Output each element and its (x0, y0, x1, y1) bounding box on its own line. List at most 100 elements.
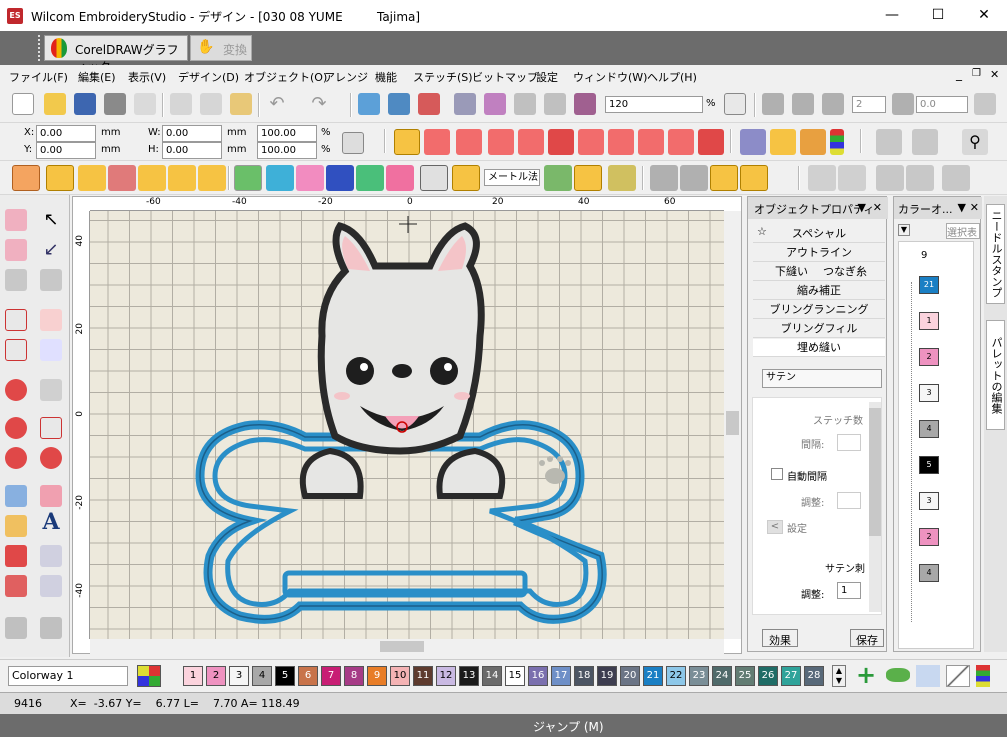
group-icon[interactable] (808, 165, 836, 191)
stitch-edit-icon[interactable] (876, 129, 902, 155)
colorway-palette-icon[interactable] (137, 665, 161, 687)
reshape-arrow-icon[interactable]: ↙ (40, 239, 62, 261)
leaf-tool-icon[interactable] (12, 165, 40, 191)
thread-swatch-10[interactable]: 10 (390, 666, 410, 686)
stitch-type-8-icon[interactable] (608, 129, 634, 155)
select-button[interactable]: 選択表 (946, 223, 980, 239)
toolbox-22-icon[interactable] (40, 575, 62, 597)
palette-edit-tab[interactable]: パレットの編集 (986, 320, 1005, 430)
redo-icon[interactable]: ↷ (308, 93, 330, 115)
menu-file[interactable]: ファイル(F) (9, 69, 68, 85)
settings-scrollbar[interactable] (869, 402, 881, 612)
thread-swatch-24[interactable]: 24 (712, 666, 732, 686)
thread-swatch-19[interactable]: 19 (597, 666, 617, 686)
color-icon[interactable] (418, 93, 440, 115)
remove-color-icon[interactable] (886, 668, 910, 682)
connect-label[interactable]: つなぎ糸 (823, 263, 867, 279)
shape-tool-icon[interactable] (78, 165, 106, 191)
thread-swatch-16[interactable]: 16 (528, 666, 548, 686)
thread-swatch-4[interactable]: 4 (252, 666, 272, 686)
thread-swatch-15[interactable]: 15 (505, 666, 525, 686)
toolbox-16-icon[interactable] (40, 485, 62, 507)
coreldraw-button[interactable]: CorelDRAWグラフィック (44, 35, 188, 74)
panel-close-button[interactable]: ✕ (970, 201, 979, 214)
settings-expand-button[interactable]: < (767, 520, 783, 534)
toolbox-15-icon[interactable] (5, 485, 27, 507)
thread-swatch-27[interactable]: 27 (781, 666, 801, 686)
thread-swatch-1[interactable]: 1 (183, 666, 203, 686)
menu-window[interactable]: ウィンドウ(W) (573, 69, 647, 85)
select-arrow-icon[interactable]: ↖ (40, 209, 62, 231)
shapes-icon[interactable] (266, 165, 294, 191)
color-bar-icon[interactable] (976, 665, 990, 687)
color-object-icon[interactable] (770, 129, 796, 155)
copy-icon[interactable] (200, 93, 222, 115)
close-button[interactable]: ✕ (961, 0, 1007, 31)
color-block-1[interactable]: 1 (919, 312, 939, 330)
shirt-icon[interactable] (326, 165, 354, 191)
measure-select[interactable]: メートル法 (484, 169, 540, 186)
pin-icon[interactable]: ▼ (858, 201, 866, 214)
grid-color-icon[interactable] (452, 165, 480, 191)
thread-chart-icon[interactable] (916, 665, 940, 687)
color-block-4[interactable]: 4 (919, 420, 939, 438)
grid-d-icon[interactable] (892, 93, 914, 115)
thread-swatch-20[interactable]: 20 (620, 666, 640, 686)
special-option[interactable]: ☆ スペシャル (753, 225, 885, 243)
thread-swatch-11[interactable]: 11 (413, 666, 433, 686)
color-block-2[interactable]: 2 (919, 348, 939, 366)
thread-swatch-22[interactable]: 22 (666, 666, 686, 686)
thread-swatch-7[interactable]: 7 (321, 666, 341, 686)
menu-design[interactable]: デザイン(D) (178, 69, 239, 85)
applique-icon[interactable] (296, 165, 324, 191)
measure-icon[interactable] (544, 165, 572, 191)
panel-close-button[interactable]: ✕ (873, 201, 882, 214)
toolbox-4-icon[interactable] (40, 269, 62, 291)
underlay-option[interactable]: 下縫い つなぎ糸 (753, 263, 885, 281)
print-preview-icon[interactable] (134, 93, 156, 115)
chevron-down-icon[interactable]: ▼ (898, 224, 910, 236)
grid-c-icon[interactable] (822, 93, 844, 115)
new-icon[interactable] (12, 93, 34, 115)
toolbox-5-icon[interactable] (5, 309, 27, 331)
color-block-2b[interactable]: 2 (919, 528, 939, 546)
toolbox-23-icon[interactable] (5, 617, 27, 639)
thread-swatch-9[interactable]: 9 (367, 666, 387, 686)
thread-swatch-6[interactable]: 6 (298, 666, 318, 686)
view-list-icon[interactable] (724, 93, 746, 115)
color-block-4b[interactable]: 4 (919, 564, 939, 582)
maximize-button[interactable]: ☐ (915, 0, 961, 31)
toolbox-17-icon[interactable] (5, 515, 27, 537)
thread-swatch-21[interactable]: 21 (643, 666, 663, 686)
menu-settings[interactable]: 設定 (536, 69, 558, 85)
thread-swatch-2[interactable]: 2 (206, 666, 226, 686)
stitch-type-5-icon[interactable] (518, 129, 544, 155)
menu-arrange[interactable]: アレンジ (324, 69, 368, 85)
fill-tool-icon[interactable] (46, 165, 74, 191)
y-field[interactable]: 0.00 (36, 142, 96, 159)
color-block-3[interactable]: 3 (919, 384, 939, 402)
line-tool-icon[interactable] (574, 165, 602, 191)
print-icon[interactable] (104, 93, 126, 115)
spin-field-1[interactable]: 2 (852, 96, 886, 113)
stitch-type-11-icon[interactable] (698, 129, 724, 155)
toolbox-2-icon[interactable] (5, 239, 27, 261)
grid-b-icon[interactable] (792, 93, 814, 115)
toolbox-14-icon[interactable] (40, 447, 62, 469)
toolbox-1-icon[interactable] (5, 209, 27, 231)
select-icon[interactable] (942, 165, 970, 191)
outline-option[interactable]: アウトライン (753, 244, 885, 262)
fill-option[interactable]: 埋め縫い (753, 339, 885, 357)
fish-tool-icon[interactable] (198, 165, 226, 191)
paste-icon[interactable] (230, 93, 252, 115)
thread-swatch-8[interactable]: 8 (344, 666, 364, 686)
object-props-icon[interactable] (740, 129, 766, 155)
spin-field-2[interactable]: 0.0 (916, 96, 968, 113)
thread-swatch-5[interactable]: 5 (275, 666, 295, 686)
ring-fill-option[interactable]: ブリングフィル (753, 320, 885, 338)
flower-icon[interactable] (386, 165, 414, 191)
scale-y-field[interactable]: 100.00 (257, 142, 317, 159)
no-color-icon[interactable] (946, 665, 970, 687)
toolbox-8-icon[interactable] (40, 339, 62, 361)
save-icon[interactable] (74, 93, 96, 115)
